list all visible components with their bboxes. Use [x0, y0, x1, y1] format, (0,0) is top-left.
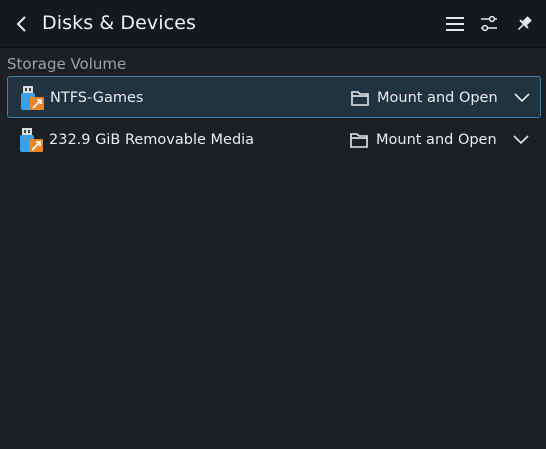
mount-and-open-label: Mount and Open	[376, 132, 497, 148]
device-label: NTFS-Games	[50, 90, 144, 106]
pin-button[interactable]	[512, 12, 536, 36]
sliders-configure-icon	[481, 15, 497, 32]
device-label: 232.9 GiB Removable Media	[49, 132, 255, 148]
expand-button[interactable]	[509, 128, 533, 152]
hamburger-menu-icon	[446, 17, 464, 31]
expand-button[interactable]	[510, 86, 534, 110]
chevron-down-icon	[514, 93, 530, 103]
back-arrow-icon	[16, 16, 26, 32]
page-title: Disks & Devices	[42, 12, 196, 34]
chevron-down-icon	[513, 135, 529, 145]
mount-and-open-button[interactable]: Mount and Open	[349, 125, 507, 155]
panel-header: Disks & Devices	[0, 0, 546, 48]
back-button[interactable]	[10, 12, 34, 36]
device-row-ntfs-games[interactable]: NTFS-Games Mount and Open	[7, 76, 541, 118]
configure-button[interactable]	[477, 12, 501, 36]
mount-and-open-button[interactable]: Mount and Open	[350, 83, 508, 113]
mount-and-open-label: Mount and Open	[377, 90, 498, 106]
disks-devices-panel: Disks & Devices Storage Volume NTFS-Game…	[0, 0, 546, 449]
usb-drive-icon	[20, 128, 43, 152]
folder-icon	[350, 133, 368, 148]
section-title: Storage Volume	[7, 55, 127, 73]
menu-button[interactable]	[443, 12, 467, 36]
folder-icon	[351, 91, 369, 106]
pin-icon	[517, 16, 532, 31]
usb-drive-icon	[21, 86, 44, 110]
device-row-removable-media[interactable]: 232.9 GiB Removable Media Mount and Open	[7, 119, 541, 161]
